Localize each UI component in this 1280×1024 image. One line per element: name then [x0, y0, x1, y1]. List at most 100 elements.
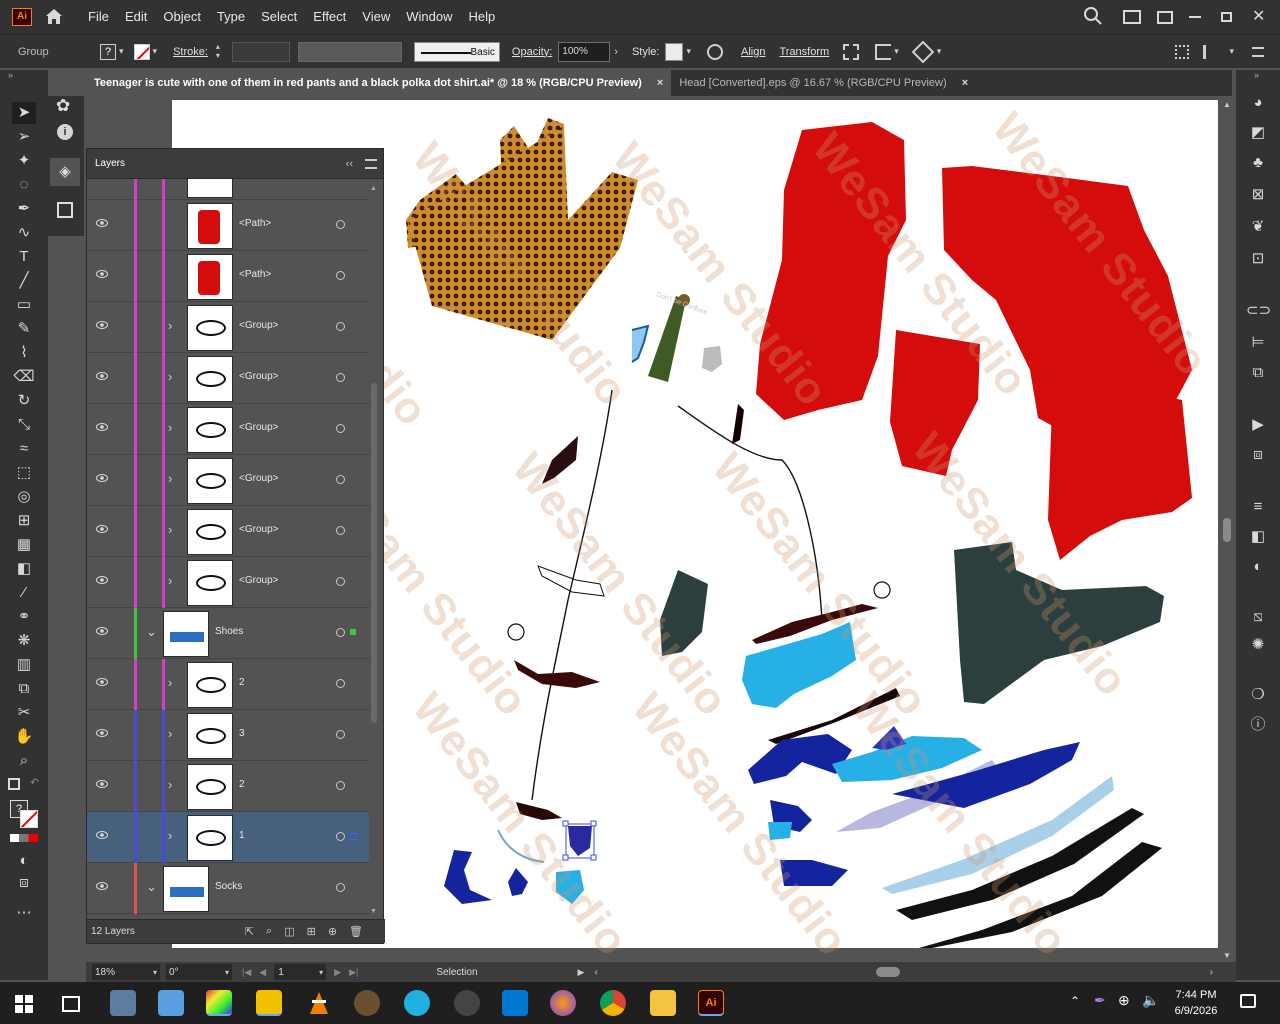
arrange-documents-icon[interactable] [1157, 10, 1173, 24]
mesh-tool-icon[interactable]: ▦ [12, 534, 36, 556]
close-tab-icon[interactable]: × [962, 77, 968, 89]
layer-row[interactable]: › <Group> [87, 455, 369, 506]
align-link[interactable]: Align [741, 46, 765, 58]
gradient-icon[interactable]: ◧ [1246, 526, 1270, 548]
opacity-field[interactable]: 100% [558, 41, 611, 62]
menu-effect[interactable]: Effect [305, 0, 354, 34]
chevron-right-icon[interactable]: › [168, 369, 172, 384]
symbols-icon[interactable]: ❦ [1246, 216, 1270, 238]
eraser-tool-icon[interactable]: ⌫ [12, 366, 36, 388]
layer-name[interactable]: Shoes [215, 626, 243, 637]
warp-tool-icon[interactable]: ≈ [12, 438, 36, 460]
new-layer-icon[interactable]: ⊕ [328, 925, 337, 938]
asset-export-icon[interactable]: ⧈ [1246, 444, 1270, 466]
shaper-tool-icon[interactable]: ⌇ [12, 342, 36, 364]
layer-name[interactable]: <Path> [239, 218, 271, 229]
chevron-right-icon[interactable]: › [168, 573, 172, 588]
blend-tool-icon[interactable]: ⚭ [12, 606, 36, 628]
search-icon[interactable] [1083, 6, 1105, 28]
delete-icon[interactable]: 🗑 [349, 925, 363, 938]
pen-tray-icon[interactable]: ✒ [1094, 992, 1106, 1009]
layer-name[interactable]: 3 [239, 728, 245, 739]
visibility-eye-icon[interactable] [96, 678, 108, 686]
chevron-down-icon[interactable]: ▾ [937, 46, 942, 57]
visibility-eye-icon[interactable] [96, 882, 108, 890]
visibility-eye-icon[interactable] [96, 729, 108, 737]
target-circle-icon[interactable] [336, 628, 345, 637]
graphic-styles-icon[interactable]: ✺ [1246, 634, 1270, 656]
minimize-icon[interactable] [1189, 16, 1201, 18]
layer-name[interactable]: <Path> [239, 269, 271, 280]
layer-row[interactable]: › 2 [87, 761, 369, 812]
layer-row[interactable]: <Group> [87, 179, 369, 200]
visibility-eye-icon[interactable] [96, 576, 108, 584]
puppet-warp-icon[interactable] [911, 40, 935, 63]
layer-name[interactable]: Socks [215, 881, 242, 892]
scrollbar-thumb[interactable] [371, 383, 377, 723]
color-guide-icon[interactable]: ◩ [1246, 122, 1270, 144]
status-menu-icon[interactable]: ▶ [578, 967, 585, 978]
visibility-eye-icon[interactable] [96, 474, 108, 482]
layer-name[interactable]: <Group> [239, 575, 278, 586]
target-circle-icon[interactable] [336, 781, 345, 790]
align-icon[interactable]: ⊨ [1246, 332, 1270, 354]
collapse-panel-icon[interactable]: » [1254, 70, 1259, 80]
isolate-group-icon[interactable] [843, 43, 860, 60]
align-left-icon[interactable] [1203, 44, 1217, 59]
properties-icon[interactable]: ✿ [56, 96, 70, 116]
tab-teenager-document[interactable]: Teenager is cute with one of them in red… [86, 70, 672, 96]
target-circle-icon[interactable] [336, 730, 345, 739]
scrollbar-thumb[interactable] [875, 967, 900, 977]
chevron-down-icon[interactable]: ▾ [153, 46, 158, 57]
visibility-eye-icon[interactable] [96, 270, 108, 278]
perspective-grid-tool-icon[interactable]: ⊞ [12, 510, 36, 532]
layer-name[interactable]: <Group> [239, 524, 278, 535]
visibility-eye-icon[interactable] [96, 372, 108, 380]
brushes-icon[interactable]: ⊠ [1246, 184, 1270, 206]
chevron-right-icon[interactable]: › [614, 46, 618, 58]
home-icon[interactable] [44, 7, 66, 27]
eyedropper-tool-icon[interactable]: ⁄ [12, 582, 36, 604]
chevron-down-icon[interactable]: ▾ [686, 46, 691, 57]
lasso-tool-icon[interactable]: ◌ [12, 174, 36, 196]
restore-icon[interactable] [1221, 12, 1232, 22]
zoom-field[interactable]: 18% ▾ [92, 964, 160, 980]
task-view-icon[interactable] [62, 996, 80, 1012]
target-circle-icon[interactable] [336, 679, 345, 688]
clipping-mask-icon[interactable]: ◫ [284, 925, 294, 938]
transform-icon[interactable]: ⊡ [1246, 248, 1270, 270]
layer-row[interactable]: <Path> [87, 251, 369, 302]
rectangle-tool-icon[interactable]: ▭ [12, 294, 36, 316]
app-logo[interactable]: Ai [12, 8, 32, 26]
paintbrush-tool-icon[interactable]: ✎ [12, 318, 36, 340]
inkscape-icon[interactable] [454, 990, 480, 1016]
layer-name[interactable]: <Group> [239, 422, 278, 433]
layer-row[interactable]: › <Group> [87, 557, 369, 608]
swap-fill-stroke-icon[interactable]: ↶ [30, 776, 39, 789]
show-hidden-icons[interactable]: ⌃ [1070, 994, 1080, 1008]
target-circle-icon[interactable] [336, 424, 345, 433]
visibility-eye-icon[interactable] [96, 831, 108, 839]
scroll-up-arrow[interactable]: ▲ [1223, 100, 1231, 109]
rotation-field[interactable]: 0° ▾ [166, 964, 232, 980]
illustrator-taskbar-icon[interactable]: Ai [698, 990, 724, 1016]
brush-definition[interactable]: Basic [413, 41, 500, 62]
layer-row[interactable]: › <Group> [87, 506, 369, 557]
target-circle-icon[interactable] [336, 832, 345, 841]
layer-row[interactable]: › 2 [87, 659, 369, 710]
swatches-icon[interactable]: ♣ [1246, 152, 1270, 174]
default-fill-stroke-icon[interactable] [8, 778, 20, 790]
snip-app-icon[interactable] [158, 990, 184, 1016]
direct-selection-tool-icon[interactable]: ➢ [12, 126, 36, 148]
stroke-color-swatch[interactable] [20, 810, 38, 828]
target-circle-icon[interactable] [336, 322, 345, 331]
chevron-right-icon[interactable]: › [168, 471, 172, 486]
layer-name[interactable]: <Group> [239, 473, 278, 484]
menu-window[interactable]: Window [398, 0, 460, 34]
hand-tool-icon[interactable]: ✋ [12, 726, 36, 748]
layer-name[interactable]: 2 [239, 677, 245, 688]
scroll-right-arrow[interactable]: › [1210, 967, 1213, 978]
network-icon[interactable]: ⊕ [1118, 992, 1130, 1009]
firefox-icon[interactable] [550, 990, 576, 1016]
draw-normal-icon[interactable]: ◐ [12, 850, 36, 872]
